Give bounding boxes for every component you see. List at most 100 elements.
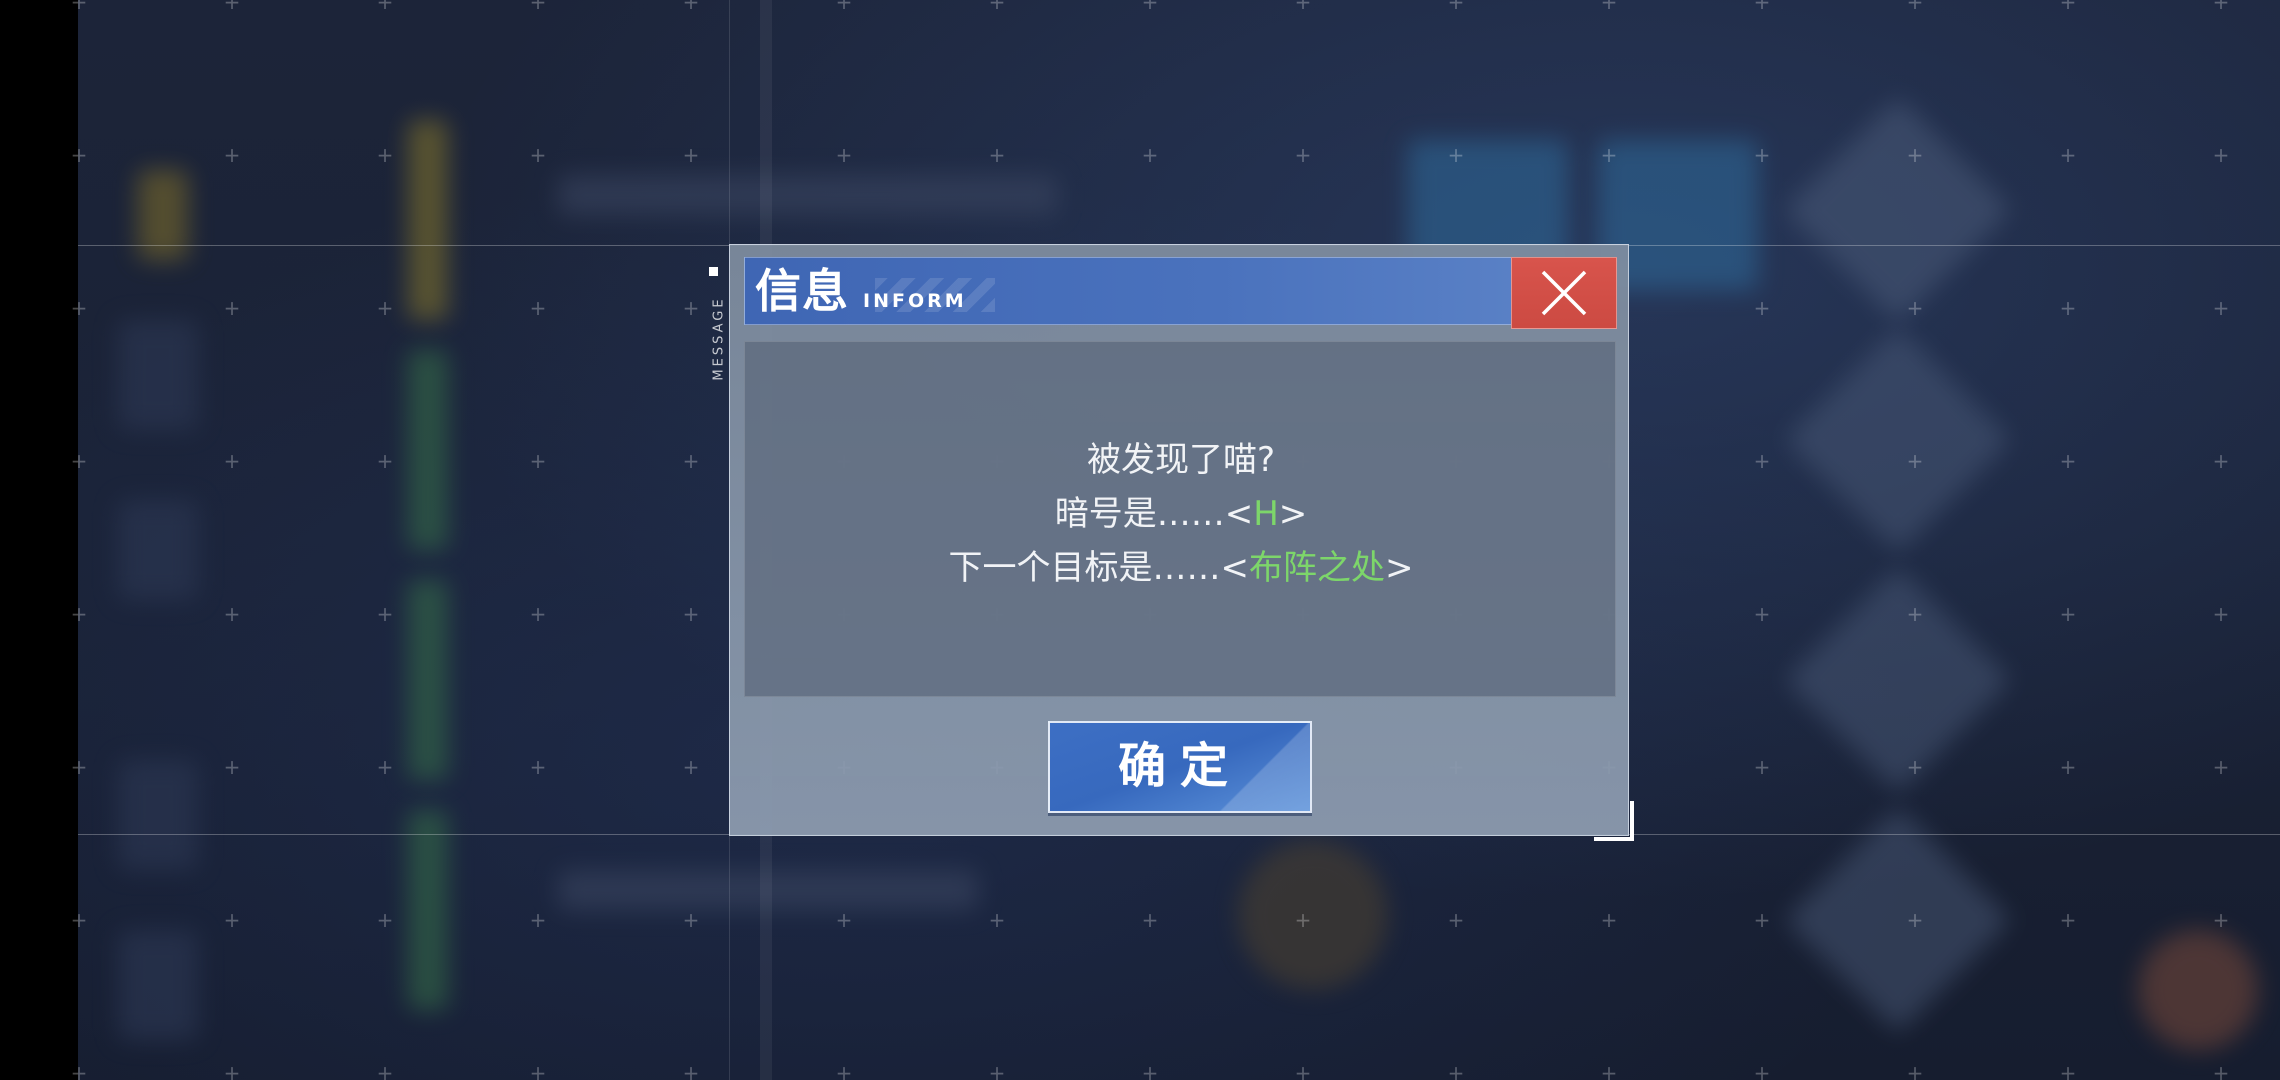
- background-blob: [1784, 566, 2012, 794]
- grid-plus-mark: +: [1294, 1061, 1312, 1080]
- background-blob: [408, 120, 448, 320]
- side-label-text: MESSAGE: [711, 296, 727, 381]
- background-blob: [138, 170, 188, 260]
- background-blob: [408, 580, 448, 780]
- grid-plus-mark: +: [2212, 1061, 2230, 1080]
- grid-plus-mark: +: [70, 908, 88, 932]
- grid-plus-mark: +: [1906, 1061, 1924, 1080]
- message-text: 被发现了喵?: [1086, 440, 1276, 480]
- grid-plus-mark: +: [1753, 602, 1771, 626]
- grid-plus-mark: +: [2059, 755, 2077, 779]
- grid-plus-mark: +: [529, 908, 547, 932]
- message-text: 下一个目标是……<: [948, 548, 1250, 588]
- grid-plus-mark: +: [529, 449, 547, 473]
- grid-plus-mark: +: [223, 0, 241, 14]
- grid-plus-mark: +: [2059, 296, 2077, 320]
- grid-plus-mark: +: [223, 1061, 241, 1080]
- background-blob: [2138, 930, 2258, 1050]
- grid-plus-mark: +: [223, 755, 241, 779]
- grid-plus-mark: +: [529, 602, 547, 626]
- dialog-title-sub: INFORM: [863, 290, 967, 312]
- grid-plus-mark: +: [1906, 755, 1924, 779]
- side-label: MESSAGE: [706, 267, 727, 397]
- grid-plus-mark: +: [1753, 0, 1771, 14]
- grid-plus-mark: +: [1294, 143, 1312, 167]
- grid-plus-mark: +: [2059, 602, 2077, 626]
- grid-plus-mark: +: [223, 449, 241, 473]
- grid-plus-mark: +: [1753, 1061, 1771, 1080]
- grid-plus-mark: +: [1906, 602, 1924, 626]
- grid-plus-mark: +: [376, 755, 394, 779]
- grid-plus-mark: +: [2212, 296, 2230, 320]
- message-line: 被发现了喵?: [745, 440, 1617, 480]
- grid-plus-mark: +: [1906, 0, 1924, 14]
- grid-plus-mark: +: [376, 602, 394, 626]
- dialog-corner-mark: [1594, 801, 1634, 841]
- background-blob: [1784, 96, 2012, 324]
- grid-plus-mark: +: [1294, 908, 1312, 932]
- grid-plus-mark: +: [1447, 0, 1465, 14]
- grid-plus-mark: +: [70, 0, 88, 14]
- message-line: 下一个目标是……<布阵之处>: [745, 548, 1617, 588]
- background-blob: [558, 175, 1058, 215]
- grid-plus-mark: +: [1447, 1061, 1465, 1080]
- grid-plus-mark: +: [1600, 143, 1618, 167]
- grid-plus-mark: +: [1141, 1061, 1159, 1080]
- grid-plus-mark: +: [1906, 449, 1924, 473]
- dialog-title-bar: 信息 INFORM: [744, 257, 1532, 325]
- grid-plus-mark: +: [1600, 1061, 1618, 1080]
- grid-plus-mark: +: [682, 0, 700, 14]
- grid-plus-mark: +: [223, 143, 241, 167]
- grid-plus-mark: +: [1906, 296, 1924, 320]
- grid-plus-mark: +: [376, 908, 394, 932]
- close-x-icon: [1541, 270, 1587, 316]
- confirm-button[interactable]: 确定: [1048, 721, 1312, 813]
- message-highlight: 布阵之处: [1249, 548, 1385, 588]
- grid-plus-mark: +: [835, 0, 853, 14]
- grid-plus-mark: +: [70, 755, 88, 779]
- grid-plus-mark: +: [1753, 908, 1771, 932]
- grid-plus-mark: +: [70, 449, 88, 473]
- grid-plus-mark: +: [682, 296, 700, 320]
- grid-plus-mark: +: [2212, 908, 2230, 932]
- message-highlight: H: [1253, 494, 1279, 534]
- grid-plus-mark: +: [682, 449, 700, 473]
- grid-plus-mark: +: [70, 1061, 88, 1080]
- grid-plus-mark: +: [682, 1061, 700, 1080]
- message-text: >: [1278, 494, 1308, 534]
- grid-plus-mark: +: [223, 296, 241, 320]
- background-blob: [1238, 840, 1388, 990]
- message-text: >: [1385, 548, 1414, 588]
- grid-plus-mark: +: [835, 143, 853, 167]
- grid-plus-mark: +: [529, 1061, 547, 1080]
- grid-plus-mark: +: [1753, 143, 1771, 167]
- screen-left-border: [0, 0, 78, 1080]
- grid-plus-mark: +: [2212, 449, 2230, 473]
- grid-plus-mark: +: [1294, 0, 1312, 14]
- grid-plus-mark: +: [1906, 908, 1924, 932]
- grid-plus-mark: +: [682, 908, 700, 932]
- background-blob: [118, 760, 198, 870]
- grid-plus-mark: +: [2212, 602, 2230, 626]
- grid-plus-mark: +: [988, 143, 1006, 167]
- message-text: 暗号是……<: [1054, 494, 1254, 534]
- message-line: 暗号是……<H>: [745, 494, 1617, 534]
- confirm-button-label: 确定: [1117, 738, 1242, 794]
- game-screen: + + + + + + + + + + + + + + + + + + + + + + + + + + + + + + + + + + + + + + + +…: [0, 0, 2280, 1080]
- grid-plus-mark: +: [2059, 449, 2077, 473]
- grid-plus-mark: +: [376, 143, 394, 167]
- background-blob: [1784, 806, 2012, 1034]
- grid-plus-mark: +: [2059, 1061, 2077, 1080]
- grid-plus-mark: +: [835, 1061, 853, 1080]
- background-blob: [408, 350, 448, 550]
- message-panel: 被发现了喵? 暗号是……<H> 下一个目标是……<布阵之处>: [744, 341, 1616, 697]
- grid-plus-mark: +: [2212, 755, 2230, 779]
- grid-plus-mark: +: [529, 143, 547, 167]
- close-button[interactable]: [1511, 257, 1617, 329]
- grid-plus-mark: +: [988, 908, 1006, 932]
- grid-plus-mark: +: [1141, 143, 1159, 167]
- grid-plus-mark: +: [70, 296, 88, 320]
- grid-plus-mark: +: [529, 755, 547, 779]
- grid-plus-mark: +: [70, 602, 88, 626]
- background-blob: [1784, 326, 2012, 554]
